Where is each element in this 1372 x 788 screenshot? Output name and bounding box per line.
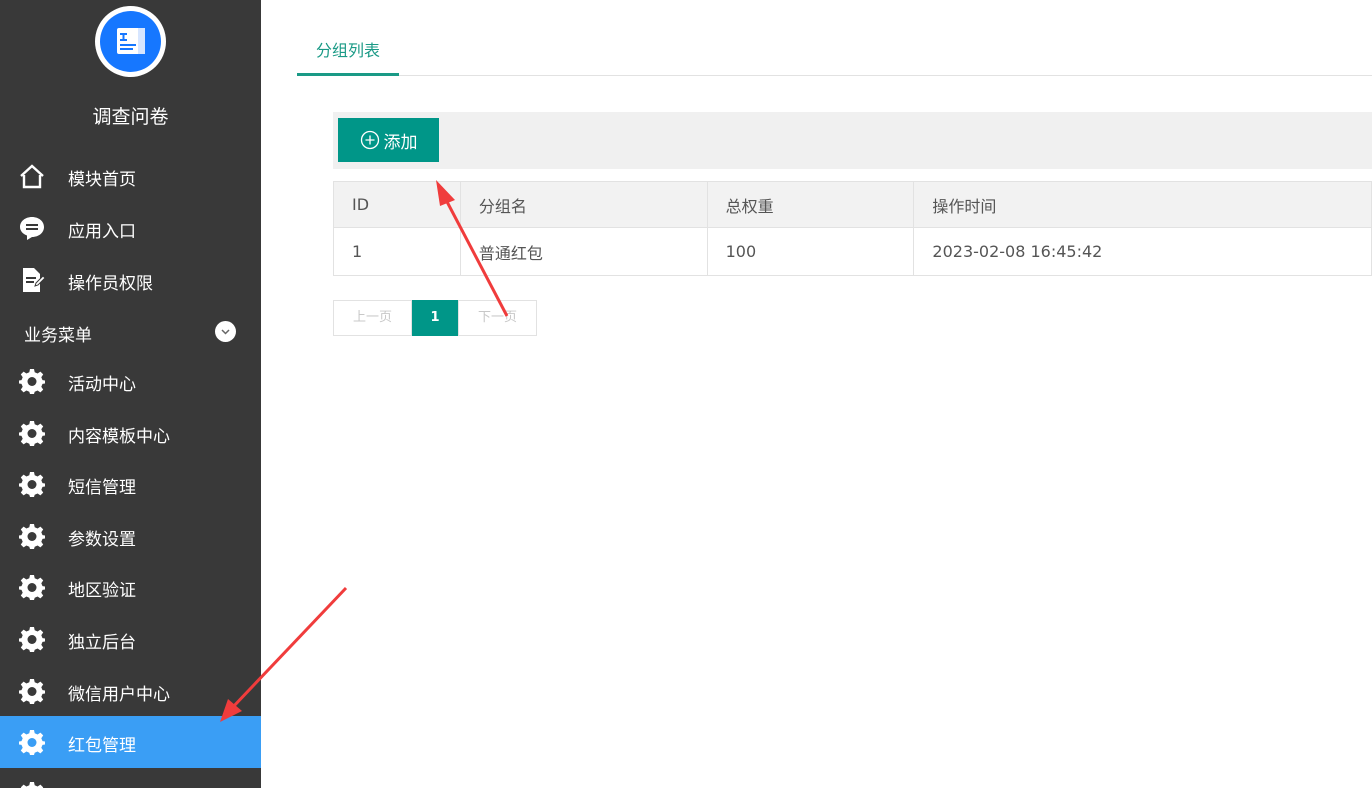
sidebar-item-4[interactable]: 参数设置 (0, 510, 261, 562)
gear-icon (19, 730, 45, 755)
cell-operation-time: 2023-02-08 16:45:42 (913, 227, 1372, 276)
gear-icon (19, 627, 45, 652)
column-header-total-weight: 总权重 (706, 181, 915, 228)
sidebar-item-label: 应用入口 (68, 222, 136, 242)
app-title: 调查问卷 (92, 106, 169, 128)
table-header-row: ID 分组名 总权重 操作时间 (333, 181, 1372, 228)
sidebar-item-1[interactable]: 活动中心 (0, 355, 261, 407)
gear-icon (19, 575, 45, 600)
sidebar-item-label: 操作员权限 (68, 274, 153, 294)
sidebar-item-label: 独立后台 (68, 633, 136, 653)
gear-icon (19, 524, 45, 549)
sidebar-item-label: 内嵌JS (68, 783, 118, 788)
cell-group-name: 普通红包 (459, 227, 708, 276)
survey-logo-icon (117, 28, 145, 54)
chevron-down-icon[interactable] (215, 321, 236, 342)
toolbar: 添加 (333, 112, 1372, 169)
sidebar-item-label: 微信用户中心 (68, 685, 170, 705)
cell-id: 1 (333, 227, 461, 276)
gear-icon (19, 679, 45, 704)
home-icon (20, 164, 44, 189)
sidebar-item-label: 地区验证 (68, 581, 136, 601)
chat-icon (20, 217, 44, 240)
current-page-button[interactable]: 1 (412, 300, 458, 336)
gear-icon (19, 472, 45, 497)
business-menu-section[interactable]: 业务菜单 (0, 306, 261, 356)
next-page-button[interactable]: 下一页 (458, 300, 537, 336)
tab-group-list[interactable]: 分组列表 (297, 0, 399, 76)
pagination: 上一页 1 下一页 (333, 300, 537, 336)
section-label: 业务菜单 (24, 326, 92, 346)
group-table: ID 分组名 总权重 操作时间 1 普通红包 100 2023-02-08 16… (333, 181, 1372, 276)
sidebar-item-3[interactable]: 短信管理 (0, 458, 261, 510)
sidebar-item-label: 模块首页 (68, 170, 136, 190)
sidebar-item-label: 红包管理 (68, 736, 136, 756)
sidebar-item-label: 内容模板中心 (68, 427, 170, 447)
table-row[interactable]: 1 普通红包 100 2023-02-08 16:45:42 (333, 227, 1372, 276)
column-header-operation-time: 操作时间 (913, 181, 1372, 228)
column-header-group-name: 分组名 (459, 181, 708, 228)
sidebar-item-home[interactable]: 模块首页 (0, 150, 261, 202)
sidebar-item-operator-permissions[interactable]: 操作员权限 (0, 254, 261, 306)
sidebar: 调查问卷 模块首页 应用入口 操作员权限 业务菜单 活动中心内容模板中心 短信管理… (0, 0, 261, 788)
tab-bar: 分组列表 (297, 0, 1372, 76)
cell-total-weight: 100 (706, 227, 915, 276)
tab-label: 分组列表 (315, 41, 380, 60)
sidebar-item-7[interactable]: 微信用户中心 (0, 665, 261, 717)
gear-icon (19, 369, 45, 394)
sidebar-item-8[interactable]: 红包管理 (0, 716, 261, 768)
sidebar-item-5[interactable]: 地区验证 (0, 561, 261, 613)
sidebar-item-6[interactable]: 独立后台 (0, 613, 261, 665)
sidebar-item-app-entry[interactable]: 应用入口 (0, 202, 261, 254)
gear-icon (19, 421, 45, 446)
sidebar-item-label: 参数设置 (68, 530, 136, 550)
add-button-label: 添加 (383, 132, 418, 152)
add-button[interactable]: 添加 (338, 118, 439, 162)
gear-icon (20, 782, 44, 788)
document-edit-icon (23, 268, 45, 292)
add-circle-icon (360, 130, 379, 150)
column-header-id: ID (333, 181, 461, 228)
sidebar-item-9[interactable]: 内嵌JS (0, 768, 261, 788)
sidebar-item-2[interactable]: 内容模板中心 (0, 407, 261, 459)
sidebar-item-label: 短信管理 (68, 478, 136, 498)
prev-page-button[interactable]: 上一页 (333, 300, 412, 336)
sidebar-item-label: 活动中心 (68, 375, 136, 395)
app-logo (95, 6, 166, 77)
